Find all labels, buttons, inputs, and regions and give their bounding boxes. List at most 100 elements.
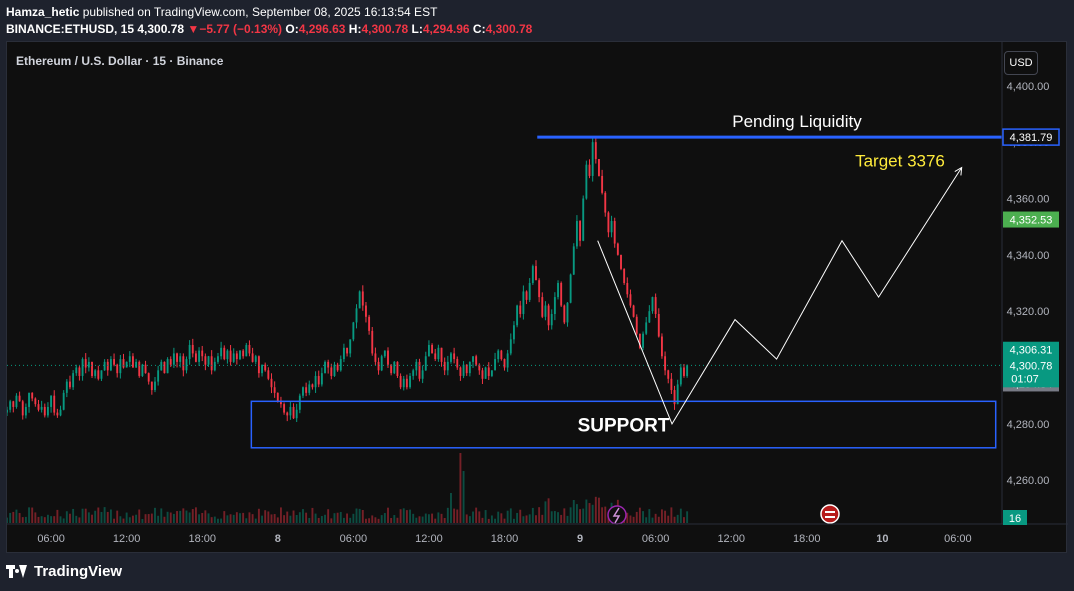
candle-body[interactable] (314, 375, 317, 388)
candle-body[interactable] (566, 302, 569, 323)
candle-body[interactable] (191, 344, 194, 354)
candle-body[interactable] (292, 406, 295, 419)
candle-body[interactable] (298, 395, 301, 410)
candle-body[interactable] (56, 412, 59, 416)
candle-body[interactable] (160, 361, 163, 371)
candle-body[interactable] (239, 350, 241, 360)
candle-body[interactable] (456, 359, 459, 368)
candle-body[interactable] (368, 316, 371, 331)
candle-body[interactable] (15, 395, 18, 407)
candle-body[interactable] (34, 398, 37, 405)
candle-body[interactable] (28, 392, 30, 407)
candle-body[interactable] (358, 291, 361, 309)
candle-body[interactable] (462, 364, 465, 376)
candle-body[interactable] (497, 350, 500, 360)
candle-body[interactable] (415, 361, 418, 371)
us-flag-event-icon[interactable] (820, 504, 840, 524)
chart-panel[interactable]: Pending Liquidity SUPPORT Target 3376 4,26… (6, 41, 1068, 553)
candle-body[interactable] (591, 142, 594, 176)
candle-body[interactable] (166, 359, 169, 374)
candle-body[interactable] (31, 392, 34, 399)
candle-body[interactable] (374, 353, 377, 362)
candle-body[interactable] (607, 212, 610, 233)
candle-body[interactable] (182, 356, 185, 371)
candle-body[interactable] (119, 359, 122, 374)
candle-body[interactable] (305, 387, 308, 393)
candle-body[interactable] (604, 192, 607, 213)
candle-body[interactable] (670, 378, 673, 391)
candle-body[interactable] (601, 175, 604, 193)
candle-body[interactable] (522, 291, 525, 314)
candle-body[interactable] (648, 311, 651, 323)
candle-body[interactable] (201, 350, 204, 357)
candle-body[interactable] (434, 353, 437, 360)
candle-body[interactable] (65, 381, 68, 393)
candle-body[interactable] (490, 370, 493, 376)
candle-body[interactable] (7, 409, 8, 413)
candle-body[interactable] (487, 367, 490, 376)
candle-body[interactable] (194, 353, 197, 362)
candle-body[interactable] (541, 297, 544, 317)
candle-body[interactable] (147, 373, 150, 382)
candle-body[interactable] (229, 350, 232, 362)
candle-body[interactable] (588, 164, 591, 176)
candle-body[interactable] (342, 347, 345, 360)
candle-body[interactable] (94, 370, 97, 376)
candle-body[interactable] (635, 316, 638, 334)
candle-body[interactable] (333, 364, 336, 376)
candle-body[interactable] (686, 365, 689, 376)
candle-body[interactable] (267, 370, 270, 379)
candle-body[interactable] (128, 356, 131, 362)
candle-body[interactable] (579, 221, 582, 241)
candle-body[interactable] (257, 356, 260, 374)
lightning-event-icon[interactable] (607, 505, 627, 525)
candle-body[interactable] (125, 361, 128, 368)
candles[interactable] (7, 136, 689, 422)
candle-body[interactable] (349, 339, 352, 354)
candle-body[interactable] (352, 322, 355, 340)
candle-body[interactable] (53, 395, 56, 413)
candle-body[interactable] (163, 361, 166, 374)
candle-body[interactable] (72, 373, 75, 388)
candle-body[interactable] (443, 361, 446, 371)
candle-body[interactable] (424, 356, 427, 371)
candle-body[interactable] (481, 370, 484, 379)
candle-body[interactable] (245, 344, 248, 357)
candle-body[interactable] (409, 375, 411, 388)
candle-body[interactable] (383, 350, 386, 357)
candle-body[interactable] (311, 384, 314, 388)
candle-body[interactable] (188, 344, 191, 360)
candle-body[interactable] (365, 305, 367, 317)
candle-body[interactable] (623, 268, 626, 283)
candle-body[interactable] (150, 381, 153, 391)
candle-body[interactable] (295, 409, 298, 419)
candle-body[interactable] (204, 356, 207, 365)
candle-body[interactable] (657, 313, 660, 337)
candle-body[interactable] (138, 361, 141, 376)
candle-body[interactable] (557, 283, 559, 298)
candle-body[interactable] (598, 159, 600, 176)
candle-body[interactable] (620, 254, 622, 269)
candle-body[interactable] (261, 364, 263, 374)
candle-body[interactable] (264, 364, 267, 371)
candle-body[interactable] (582, 198, 585, 241)
candle-body[interactable] (475, 356, 478, 365)
candle-body[interactable] (594, 142, 597, 160)
candle-body[interactable] (97, 370, 100, 379)
candle-body[interactable] (154, 381, 156, 391)
candle-body[interactable] (62, 392, 65, 410)
candle-body[interactable] (560, 283, 563, 306)
candle-body[interactable] (169, 359, 172, 365)
candle-body[interactable] (437, 347, 440, 360)
candle-body[interactable] (525, 291, 528, 300)
candle-body[interactable] (235, 353, 238, 360)
candle-body[interactable] (503, 359, 506, 368)
candle-body[interactable] (459, 367, 462, 376)
candle-body[interactable] (40, 406, 43, 410)
candle-body[interactable] (9, 401, 12, 410)
candle-body[interactable] (248, 344, 251, 354)
candle-body[interactable] (276, 392, 279, 402)
candle-body[interactable] (431, 344, 434, 354)
candle-body[interactable] (283, 404, 286, 413)
candle-body[interactable] (330, 367, 333, 376)
